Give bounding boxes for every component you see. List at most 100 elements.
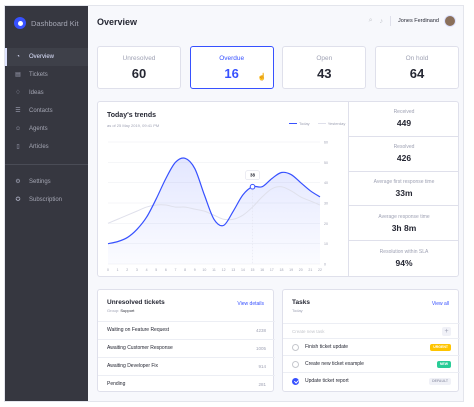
- card-title: Unresolved tickets: [107, 299, 165, 306]
- kpi-value: 64: [409, 65, 425, 81]
- pie-chart-icon: ◔: [16, 54, 20, 60]
- kpi-card-overdue[interactable]: Overdue 16 ☝: [189, 46, 274, 89]
- table-row[interactable]: Waiting on Feature Request 4238: [98, 321, 275, 338]
- kpi-card-unresolved[interactable]: Unresolved 60: [97, 46, 181, 89]
- row-label: Waiting on Feature Request: [107, 327, 170, 333]
- stat-value: 449: [396, 118, 412, 129]
- today-area: [108, 157, 320, 264]
- dashboard-window: Dashboard Kit ◔ Overview ▤ Tickets ♢ Ide…: [4, 5, 464, 402]
- book-icon: ▯: [16, 144, 20, 150]
- sidebar-item-label: Contacts: [29, 108, 53, 114]
- x-tick-label: 15: [251, 268, 255, 272]
- sidebar-item-subscription[interactable]: ✪ Subscription: [5, 191, 88, 209]
- x-tick-label: 11: [212, 268, 216, 272]
- stat-value: 94%: [395, 258, 413, 269]
- sidebar: Dashboard Kit ◔ Overview ▤ Tickets ♢ Ide…: [5, 6, 88, 401]
- new-task-placeholder: Create new task: [292, 328, 325, 334]
- x-tick-label: 21: [308, 268, 312, 272]
- sidebar-item-label: Settings: [29, 179, 51, 185]
- task-checkbox-checked[interactable]: [292, 377, 299, 385]
- sidebar-item-articles[interactable]: ▯ Articles: [5, 138, 88, 156]
- x-tick-label: 13: [231, 268, 235, 272]
- kpi-card-on-hold[interactable]: On hold 64: [374, 46, 459, 89]
- y-tick-label: 20: [324, 222, 328, 226]
- row-count: 1005: [255, 345, 266, 351]
- x-tick-label: 18: [280, 268, 284, 272]
- legend-yesterday[interactable]: Yesterday: [317, 121, 346, 126]
- sidebar-item-ideas[interactable]: ♢ Ideas: [5, 84, 88, 102]
- ticket-icon: ▤: [15, 72, 21, 78]
- agents-icon: ☺: [15, 126, 22, 132]
- task-label: Finish ticket update: [305, 344, 349, 350]
- task-badge-default[interactable]: Default: [429, 377, 451, 385]
- x-tick-label: 14: [241, 268, 245, 272]
- avatar[interactable]: [444, 15, 456, 27]
- stat-value: 33m: [395, 187, 413, 198]
- sidebar-nav: ◔ Overview ▤ Tickets ♢ Ideas ☰ Contacts …: [5, 48, 88, 209]
- stat-first-response: Average first response time 33m: [349, 172, 459, 207]
- table-row[interactable]: Pending 281: [98, 375, 275, 392]
- chart-legend: Today Yesterday: [281, 121, 345, 126]
- x-tick-label: 17: [270, 268, 274, 272]
- trends-title: Today's trends: [107, 112, 156, 119]
- tooltip-value: 38: [250, 173, 256, 178]
- stat-label: Resolved: [393, 144, 415, 151]
- new-task-input[interactable]: Create new task +: [283, 323, 460, 338]
- kpi-value: 43: [317, 65, 332, 81]
- task-label: Update ticket report: [305, 378, 349, 384]
- legend-label: Yesterday: [327, 121, 346, 126]
- card-subtitle: Group: Support: [107, 308, 134, 313]
- brand[interactable]: Dashboard Kit: [14, 16, 79, 30]
- trends-subtitle: as of 25 May 2019, 09:41 PM: [107, 123, 160, 128]
- sidebar-item-label: Tickets: [29, 72, 48, 78]
- sidebar-item-agents[interactable]: ☺ Agents: [5, 120, 88, 138]
- kpi-card-open[interactable]: Open 43: [282, 46, 367, 89]
- view-details-link[interactable]: View details: [237, 301, 264, 307]
- table-row[interactable]: Awaiting Customer Response 1005: [98, 339, 275, 356]
- stat-value: 3h 8m: [391, 222, 417, 233]
- task-badge-new[interactable]: New: [436, 360, 451, 368]
- stat-response-time: Average response time 3h 8m: [349, 206, 459, 242]
- legend-today[interactable]: Today: [289, 121, 310, 126]
- add-task-button[interactable]: +: [442, 326, 451, 336]
- header-divider: [390, 16, 392, 26]
- card-title: Tasks: [292, 299, 310, 306]
- x-tick-label: 10: [202, 268, 206, 272]
- task-item[interactable]: Finish ticket update Urgent: [283, 338, 460, 355]
- group-label: Group:: [107, 308, 120, 313]
- highlight-point: [249, 183, 256, 190]
- task-item[interactable]: Create new ticket example New: [283, 355, 460, 372]
- row-count: 281: [258, 381, 266, 387]
- stat-label: Average response time: [378, 213, 430, 220]
- tasks-card: Tasks Today View all Create new task + F…: [282, 289, 460, 392]
- task-item[interactable]: Update ticket report Default: [283, 372, 460, 389]
- task-checkbox[interactable]: [292, 360, 299, 368]
- row-label: Pending: [107, 381, 126, 387]
- task-label: Create new ticket example: [305, 361, 364, 367]
- sidebar-item-overview[interactable]: ◔ Overview: [5, 48, 88, 66]
- sidebar-item-settings[interactable]: ⚙ Settings: [5, 173, 88, 191]
- view-all-link[interactable]: View all: [432, 301, 449, 307]
- stat-sla: Resolution within SLA 94%: [349, 241, 459, 276]
- kpi-label: Unresolved: [122, 54, 156, 62]
- award-icon: ✪: [15, 197, 21, 203]
- user-name[interactable]: Jones Ferdinand: [398, 18, 439, 24]
- search-icon[interactable]: ⌕: [369, 17, 373, 25]
- kpi-label: Open: [316, 54, 333, 62]
- y-tick-label: 30: [324, 202, 328, 206]
- sidebar-item-contacts[interactable]: ☰ Contacts: [5, 102, 88, 120]
- legend-swatch: [289, 122, 297, 125]
- y-tick-label: 0: [324, 263, 326, 267]
- trends-chart[interactable]: 01020304050600 1 2 3 4 5 6 7 8 9 10 11 12 13 14 15 16 17 1…: [98, 102, 348, 276]
- task-checkbox[interactable]: [292, 343, 299, 351]
- task-badge-urgent[interactable]: Urgent: [430, 343, 451, 351]
- stat-received: Received 449: [349, 102, 459, 137]
- sidebar-item-tickets[interactable]: ▤ Tickets: [5, 66, 88, 84]
- main-content: Overview ⌕ ♪ Jones Ferdinand Unresolved …: [88, 6, 463, 401]
- group-value[interactable]: Support: [120, 308, 134, 313]
- table-row[interactable]: Awaiting Developer Fix 914: [98, 357, 275, 374]
- pointer-cursor-icon: ☝: [257, 74, 267, 81]
- bell-icon[interactable]: ♪: [380, 18, 384, 25]
- x-tick-label: 20: [299, 268, 303, 272]
- x-tick-label: 2: [126, 268, 128, 272]
